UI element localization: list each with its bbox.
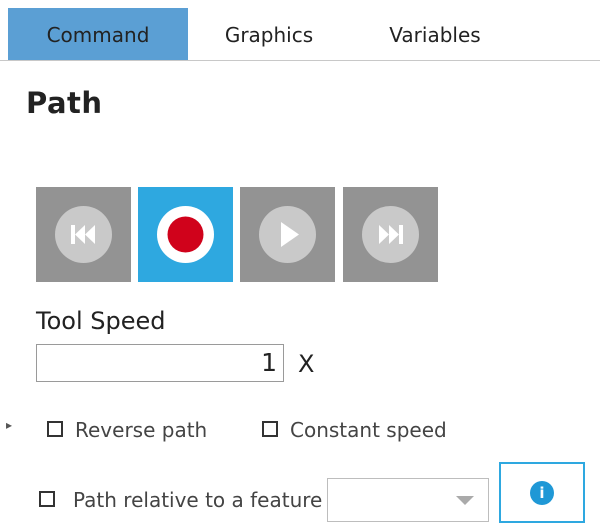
chevron-down-icon [456, 496, 474, 505]
play-icon [259, 206, 316, 263]
tool-speed-label: Tool Speed [36, 307, 166, 335]
skip-back-icon [55, 206, 112, 263]
tool-speed-unit: X [298, 350, 315, 378]
skip-forward-icon [362, 206, 419, 263]
info-icon: i [530, 481, 554, 505]
page-title: Path [26, 86, 103, 120]
record-icon [157, 206, 214, 263]
play-button[interactable] [240, 187, 335, 282]
info-button[interactable]: i [499, 462, 585, 523]
relative-feature-label[interactable]: Path relative to a feature [73, 488, 322, 512]
tab-command[interactable]: Command [8, 8, 188, 60]
expand-arrow-icon: ▸ [6, 418, 13, 432]
constant-speed-checkbox[interactable] [262, 421, 278, 437]
tab-bar: Command Graphics Variables [0, 8, 600, 61]
relative-feature-checkbox[interactable] [39, 491, 55, 507]
constant-speed-label[interactable]: Constant speed [290, 418, 447, 442]
forward-button[interactable] [343, 187, 438, 282]
feature-select[interactable] [327, 478, 489, 522]
tool-speed-input[interactable]: 1 [36, 344, 284, 382]
record-button[interactable] [138, 187, 233, 282]
reverse-path-label[interactable]: Reverse path [75, 418, 207, 442]
rewind-button[interactable] [36, 187, 131, 282]
tab-graphics[interactable]: Graphics [188, 8, 350, 60]
tab-variables[interactable]: Variables [350, 8, 520, 60]
reverse-path-checkbox[interactable] [47, 421, 63, 437]
